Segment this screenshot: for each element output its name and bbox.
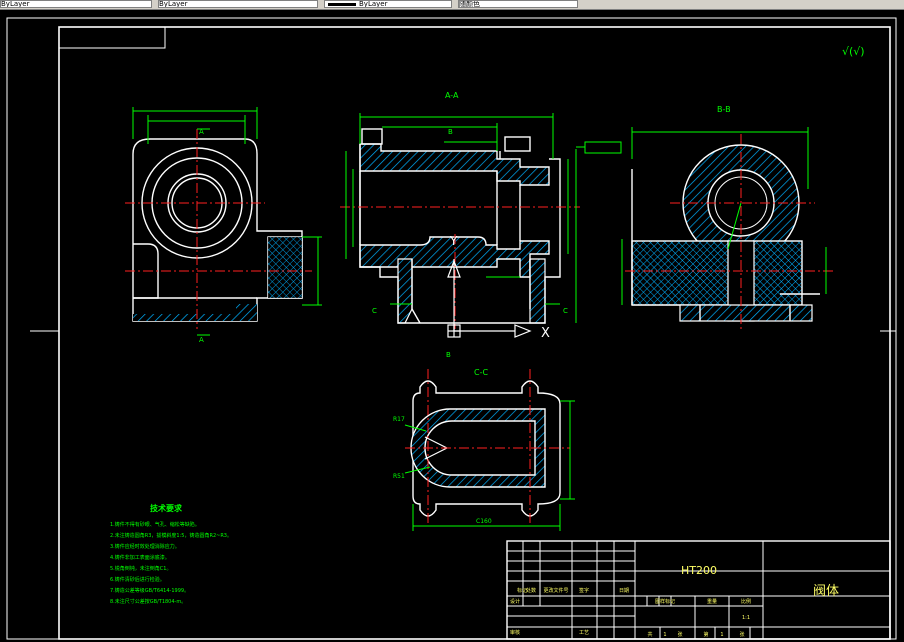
title-label-audit: 审核 [510, 629, 520, 636]
section-bb-hatch-body [631, 240, 803, 306]
layer-dropdown-2[interactable]: ByLayer [158, 0, 318, 8]
tech-item-7: 7.铸造公差等级GB/T6414-1999。 [110, 587, 189, 594]
title-label-sheet-unit-2: 张 [739, 631, 744, 638]
title-sheet-total: 1 [663, 632, 666, 638]
section-cc-width: C160 [476, 518, 492, 525]
tech-item-2: 2.未注铸造圆角R3，拔模斜度1:5，铸造圆角R2~R3。 [110, 532, 232, 539]
section-aa-label: A-A [445, 91, 459, 100]
title-label-process: 工艺 [579, 630, 589, 636]
front-view-dimensions [132, 107, 322, 336]
section-aa-view[interactable]: A-A B C C B Y X [340, 91, 622, 359]
layer-dropdown-1-value: ByLayer [1, 0, 30, 8]
tech-item-4: 4.铸件非加工表面涂底漆。 [110, 554, 170, 561]
front-view-centerlines [125, 129, 312, 329]
title-label-date: 日期 [619, 588, 629, 594]
title-label-nth: 第 [703, 631, 708, 638]
ucs-y-label: Y [449, 234, 458, 248]
section-aa-cut-c-right: C [563, 307, 568, 315]
lineweight-dropdown[interactable]: ByLayer [324, 0, 452, 8]
color-dropdown-value: 随颜色 [459, 0, 480, 8]
title-label-sheet-unit: 张 [677, 631, 682, 638]
section-aa-cut-c-left: C [372, 307, 377, 315]
title-label-ratio: 比例 [741, 598, 751, 605]
title-scale-value: 1:1 [742, 615, 750, 621]
title-label-total: 共 [647, 631, 652, 638]
section-cc-view[interactable]: C-C R17 R51 C160 [393, 368, 575, 531]
title-label-weight: 重量 [707, 598, 717, 605]
tech-requirements: 技术要求 1.铸件不得有砂眼、气孔、缩松等缺陷。 2.未注铸造圆角R3，拔模斜度… [110, 503, 232, 605]
section-aa-cut-b-bottom: B [446, 351, 451, 359]
ucs-x-label: X [541, 326, 550, 341]
tech-item-8: 8.未注尺寸公差按GB/T1804-m。 [110, 598, 186, 605]
section-cc-r17: R17 [393, 416, 405, 423]
front-view-cut-a-bottom: A [199, 336, 204, 344]
section-cc-r51: R51 [393, 473, 405, 480]
front-view-cut-a-top: A [199, 128, 204, 136]
roughness-symbol: √(√) [842, 45, 865, 58]
front-view-hatch-corner [236, 304, 257, 321]
layer-dropdown-1[interactable]: ByLayer [0, 0, 152, 8]
lineweight-swatch [328, 2, 356, 6]
title-block[interactable]: 标记 处数 更改文件号 签字 日期 设计 审核 工艺 图样标记 重量 比例 1:… [506, 540, 891, 640]
section-aa-hatch-right-leg [529, 258, 546, 324]
front-view[interactable]: A A [125, 107, 322, 344]
tech-item-5: 5.锐角倒钝，未注倒角C1。 [110, 565, 171, 572]
section-bb-hatch-base [632, 304, 813, 322]
tech-item-6: 6.铸件清砂后进行检验。 [110, 576, 165, 583]
color-dropdown[interactable]: 随颜色 [458, 0, 578, 8]
title-part-name: 阀体 [813, 584, 839, 599]
title-label-stage: 图样标记 [655, 598, 675, 605]
lineweight-dropdown-value: ByLayer [359, 0, 388, 8]
section-cc-label: C-C [474, 368, 488, 377]
section-aa-hatch-left-leg [397, 258, 413, 324]
title-sheet-no: 1 [720, 632, 723, 638]
section-bb-label: B-B [717, 105, 731, 114]
title-label-change-doc: 更改文件号 [543, 587, 568, 594]
section-aa-dimensions [345, 113, 622, 323]
layer-dropdown-2-value: ByLayer [159, 0, 188, 8]
section-bb-view[interactable]: B-B [621, 105, 835, 329]
tech-item-1: 1.铸件不得有砂眼、气孔、缩松等缺陷。 [110, 521, 200, 528]
title-label-count: 处数 [526, 587, 536, 594]
title-label-sign: 签字 [579, 587, 589, 594]
front-view-hatch-boss [268, 237, 302, 298]
drawing-canvas[interactable]: √(√) A A A-A B C C B Y X B-B C-C R17 R51… [0, 9, 904, 642]
title-label-design: 设计 [510, 598, 520, 605]
section-aa-hatch-top [359, 143, 550, 186]
tech-requirements-title: 技术要求 [150, 503, 183, 513]
tech-item-3: 3.铸件应经时效处理消除应力。 [110, 543, 180, 550]
ucs-icon [447, 259, 532, 338]
title-material: HT200 [681, 564, 717, 577]
section-aa-cut-b-top: B [448, 128, 453, 136]
